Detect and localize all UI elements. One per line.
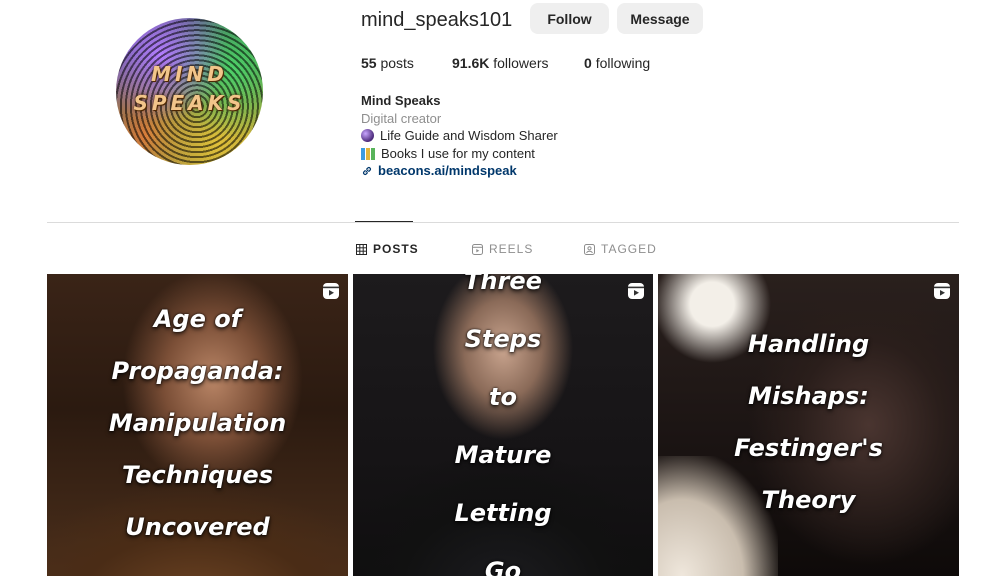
caption-line: to [489, 383, 517, 411]
avatar-text-line1: MIND [151, 62, 228, 86]
caption-line: Age of [153, 305, 242, 333]
bio-category: Digital creator [361, 111, 442, 126]
profile-avatar[interactable]: MIND SPEAKS [116, 18, 263, 165]
tab-tagged-label: TAGGED [601, 242, 657, 256]
caption-line: Three [464, 274, 542, 295]
bio-link[interactable]: beacons.ai/mindspeak [361, 163, 517, 178]
profile-username: mind_speaks101 [361, 9, 513, 31]
bio-line-2-text: Books I use for my content [381, 146, 535, 161]
bio-link-text[interactable]: beacons.ai/mindspeak [378, 163, 517, 178]
followers-stat[interactable]: 91.6K followers [452, 55, 549, 71]
reel-icon [323, 283, 339, 299]
posts-label: posts [380, 55, 414, 71]
reel-icon [628, 283, 644, 299]
following-label: following [595, 55, 651, 71]
post-tile[interactable]: Three Steps to Mature Letting Go [353, 274, 653, 576]
avatar-text-line2: SPEAKS [133, 91, 246, 115]
caption-line: Manipulation [108, 409, 287, 437]
caption-line: Propaganda: [111, 357, 284, 385]
active-tab-indicator [355, 221, 413, 222]
post-caption: Age of Propaganda: Manipulation Techniqu… [47, 293, 348, 553]
posts-count: 55 [361, 55, 377, 71]
caption-line: Mishaps: [748, 382, 869, 410]
tab-posts-label: POSTS [373, 242, 419, 256]
posts-count-stat: 55 posts [361, 55, 414, 71]
bio-line-2: Books I use for my content [361, 146, 535, 161]
caption-line: Theory [761, 486, 856, 514]
caption-line: Techniques [121, 461, 273, 489]
bio-line-1: Life Guide and Wisdom Sharer [361, 128, 558, 143]
link-icon [362, 166, 372, 175]
post-caption: Handling Mishaps: Festinger's Theory [658, 318, 959, 526]
tab-reels[interactable]: REELS [472, 242, 533, 256]
crystal-ball-icon [361, 129, 374, 142]
caption-line: Steps [464, 325, 542, 353]
grid-icon [356, 243, 367, 255]
reel-icon [934, 283, 950, 299]
tab-tagged[interactable]: TAGGED [584, 242, 657, 256]
post-tile[interactable]: Handling Mishaps: Festinger's Theory [658, 274, 959, 576]
tagged-icon [584, 243, 595, 255]
tab-posts[interactable]: POSTS [356, 242, 419, 256]
following-stat[interactable]: 0 following [584, 55, 650, 71]
caption-line: Uncovered [125, 513, 270, 541]
following-count: 0 [584, 55, 592, 71]
message-button[interactable]: Message [617, 3, 703, 34]
reels-icon [472, 243, 483, 255]
books-icon [361, 147, 375, 160]
caption-line: Letting [454, 499, 552, 527]
post-tile[interactable]: Age of Propaganda: Manipulation Techniqu… [47, 274, 348, 576]
caption-line: Festinger's [734, 434, 883, 462]
tabs-divider [47, 222, 959, 223]
tab-reels-label: REELS [489, 242, 534, 256]
followers-count: 91.6K [452, 55, 490, 71]
follow-button[interactable]: Follow [530, 3, 609, 34]
caption-line: Mature [454, 441, 552, 469]
followers-label: followers [493, 55, 549, 71]
caption-line: Handling [747, 330, 870, 358]
caption-line: Go [484, 557, 522, 576]
bio-name: Mind Speaks [361, 93, 441, 108]
post-caption: Three Steps to Mature Letting Go [353, 274, 653, 576]
bio-line-1-text: Life Guide and Wisdom Sharer [380, 128, 558, 143]
